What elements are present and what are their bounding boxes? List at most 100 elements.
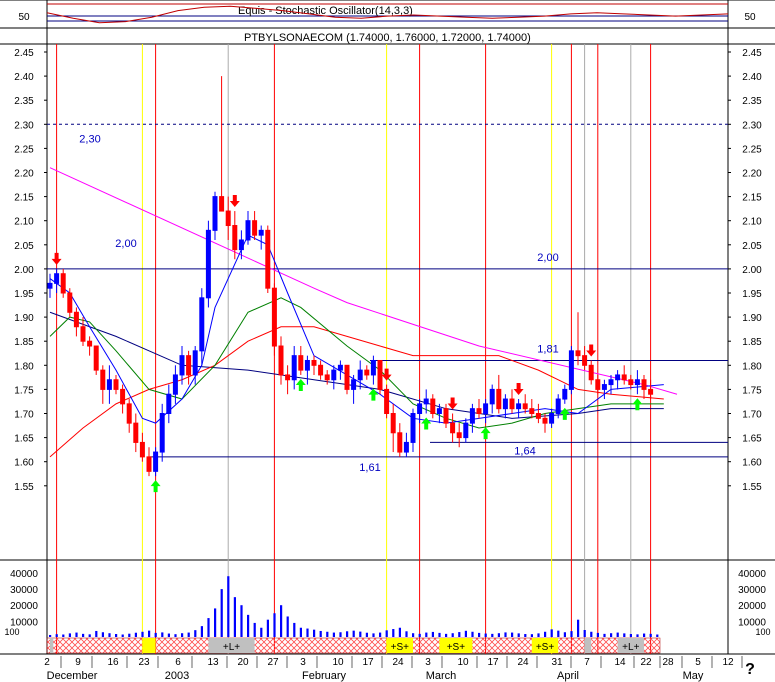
volume-bar <box>82 633 85 637</box>
candle-body <box>430 398 436 415</box>
month-label: May <box>683 670 704 682</box>
strip-block <box>584 638 592 653</box>
buy-arrow <box>295 378 306 391</box>
price-tick-left: 2.25 <box>14 144 34 155</box>
volume-bar <box>306 628 309 637</box>
day-label: 10 <box>457 657 469 668</box>
volume-bar <box>95 630 98 637</box>
candle-body <box>502 398 508 410</box>
volume-tick-left: 40000 <box>10 569 38 580</box>
candle-body <box>621 374 627 381</box>
price-tick-left: 1.65 <box>14 434 34 445</box>
volume-tick-right: 20000 <box>738 601 766 612</box>
candle-body <box>199 297 205 352</box>
day-label: 28 <box>662 657 674 668</box>
candle-body <box>331 369 337 381</box>
candle-body <box>483 403 489 414</box>
price-tick-right: 1.75 <box>742 385 762 396</box>
candle-body <box>113 379 119 390</box>
volume-bar <box>299 627 302 637</box>
volume-bar <box>101 632 104 637</box>
candle-body <box>568 350 574 390</box>
day-label: 2 <box>44 657 50 668</box>
volume-bar <box>610 633 613 637</box>
candle-body <box>575 350 581 357</box>
price-tick-left: 1.85 <box>14 337 34 348</box>
strip-marker: +S+ <box>536 642 555 653</box>
candle-body <box>54 273 60 284</box>
volume-bar <box>181 633 184 637</box>
volume-bar <box>88 634 91 637</box>
candle-body <box>179 355 185 376</box>
sell-arrow <box>51 252 62 265</box>
level-label: 1,81 <box>537 343 558 355</box>
volume-bar <box>445 633 448 637</box>
day-label: 3 <box>425 657 431 668</box>
candle-body <box>47 282 53 289</box>
candle-body <box>463 422 469 439</box>
month-label: March <box>426 670 457 682</box>
candle-body <box>562 388 568 400</box>
date-axis: 2 9 16 23 6 13 20 27 3 10 17 24 3 10 17 24 31 7 14 22 28 5 12 D… <box>44 656 743 682</box>
level-label: 2,00 <box>115 238 136 250</box>
volume-bar <box>365 632 368 637</box>
candle-body <box>549 413 555 424</box>
candle-body <box>139 441 145 458</box>
candle-body <box>456 432 462 439</box>
price-tick-left: 2.15 <box>14 193 34 204</box>
volume-bar <box>49 634 52 637</box>
candle-body <box>601 384 607 390</box>
price-tick-right: 2.30 <box>742 120 762 131</box>
candle-body <box>192 350 198 376</box>
help-icon[interactable]: ? <box>745 661 755 678</box>
price-title: PTBYLSONAECOM (1.74000, 1.76000, 1.72000… <box>244 32 531 44</box>
volume-bar <box>412 633 415 637</box>
volume-bar <box>636 634 639 637</box>
candle-body <box>159 413 165 453</box>
price-tick-right: 2.25 <box>742 144 762 155</box>
volume-bar <box>260 627 263 637</box>
volume-bar <box>293 622 296 637</box>
volume-bar <box>643 633 646 637</box>
candle-body <box>311 359 317 366</box>
candle-body <box>172 374 178 395</box>
level-label: 2,30 <box>79 133 100 145</box>
candle-body <box>60 273 66 294</box>
price-tick-right: 1.55 <box>742 482 762 493</box>
price-tick-left: 1.55 <box>14 482 34 493</box>
volume-bar <box>161 632 164 637</box>
volume-bar <box>227 576 230 637</box>
candle-body <box>285 374 291 381</box>
volume-bar <box>550 629 553 637</box>
day-label: 17 <box>362 657 374 668</box>
strip-marker: +L+ <box>223 642 240 653</box>
price-tick-right: 1.85 <box>742 337 762 348</box>
volume-bar <box>266 619 269 637</box>
day-label: 10 <box>332 657 344 668</box>
candle-body <box>80 326 86 342</box>
volume-bar <box>313 629 316 637</box>
strip-block <box>142 638 156 653</box>
volume-bar <box>623 633 626 637</box>
volume-bottom-tick-right: 100 <box>755 627 770 637</box>
volume-bar <box>332 632 335 637</box>
price-tick-right: 1.95 <box>742 289 762 300</box>
volume-bar <box>497 633 500 637</box>
candle-body <box>555 398 561 415</box>
price-tick-left: 2.40 <box>14 72 34 83</box>
day-label: 16 <box>107 657 119 668</box>
volume-bar <box>187 632 190 637</box>
strip-block <box>50 638 54 653</box>
price-tick-right: 1.65 <box>742 434 762 445</box>
day-label: 3 <box>300 657 306 668</box>
day-label: 22 <box>640 657 652 668</box>
candle-body <box>516 403 522 410</box>
candle-body <box>384 388 390 414</box>
candle-body <box>225 210 231 227</box>
chart-canvas: Equis - Stochastic Oscillator(14,3,3) 50… <box>0 0 775 682</box>
volume-bar <box>247 614 250 637</box>
price-tick-left: 2.30 <box>14 120 34 131</box>
candle-body <box>364 369 370 376</box>
chart-window: Equis - Stochastic Oscillator(14,3,3) 50… <box>0 0 775 682</box>
candle-body <box>390 413 396 434</box>
